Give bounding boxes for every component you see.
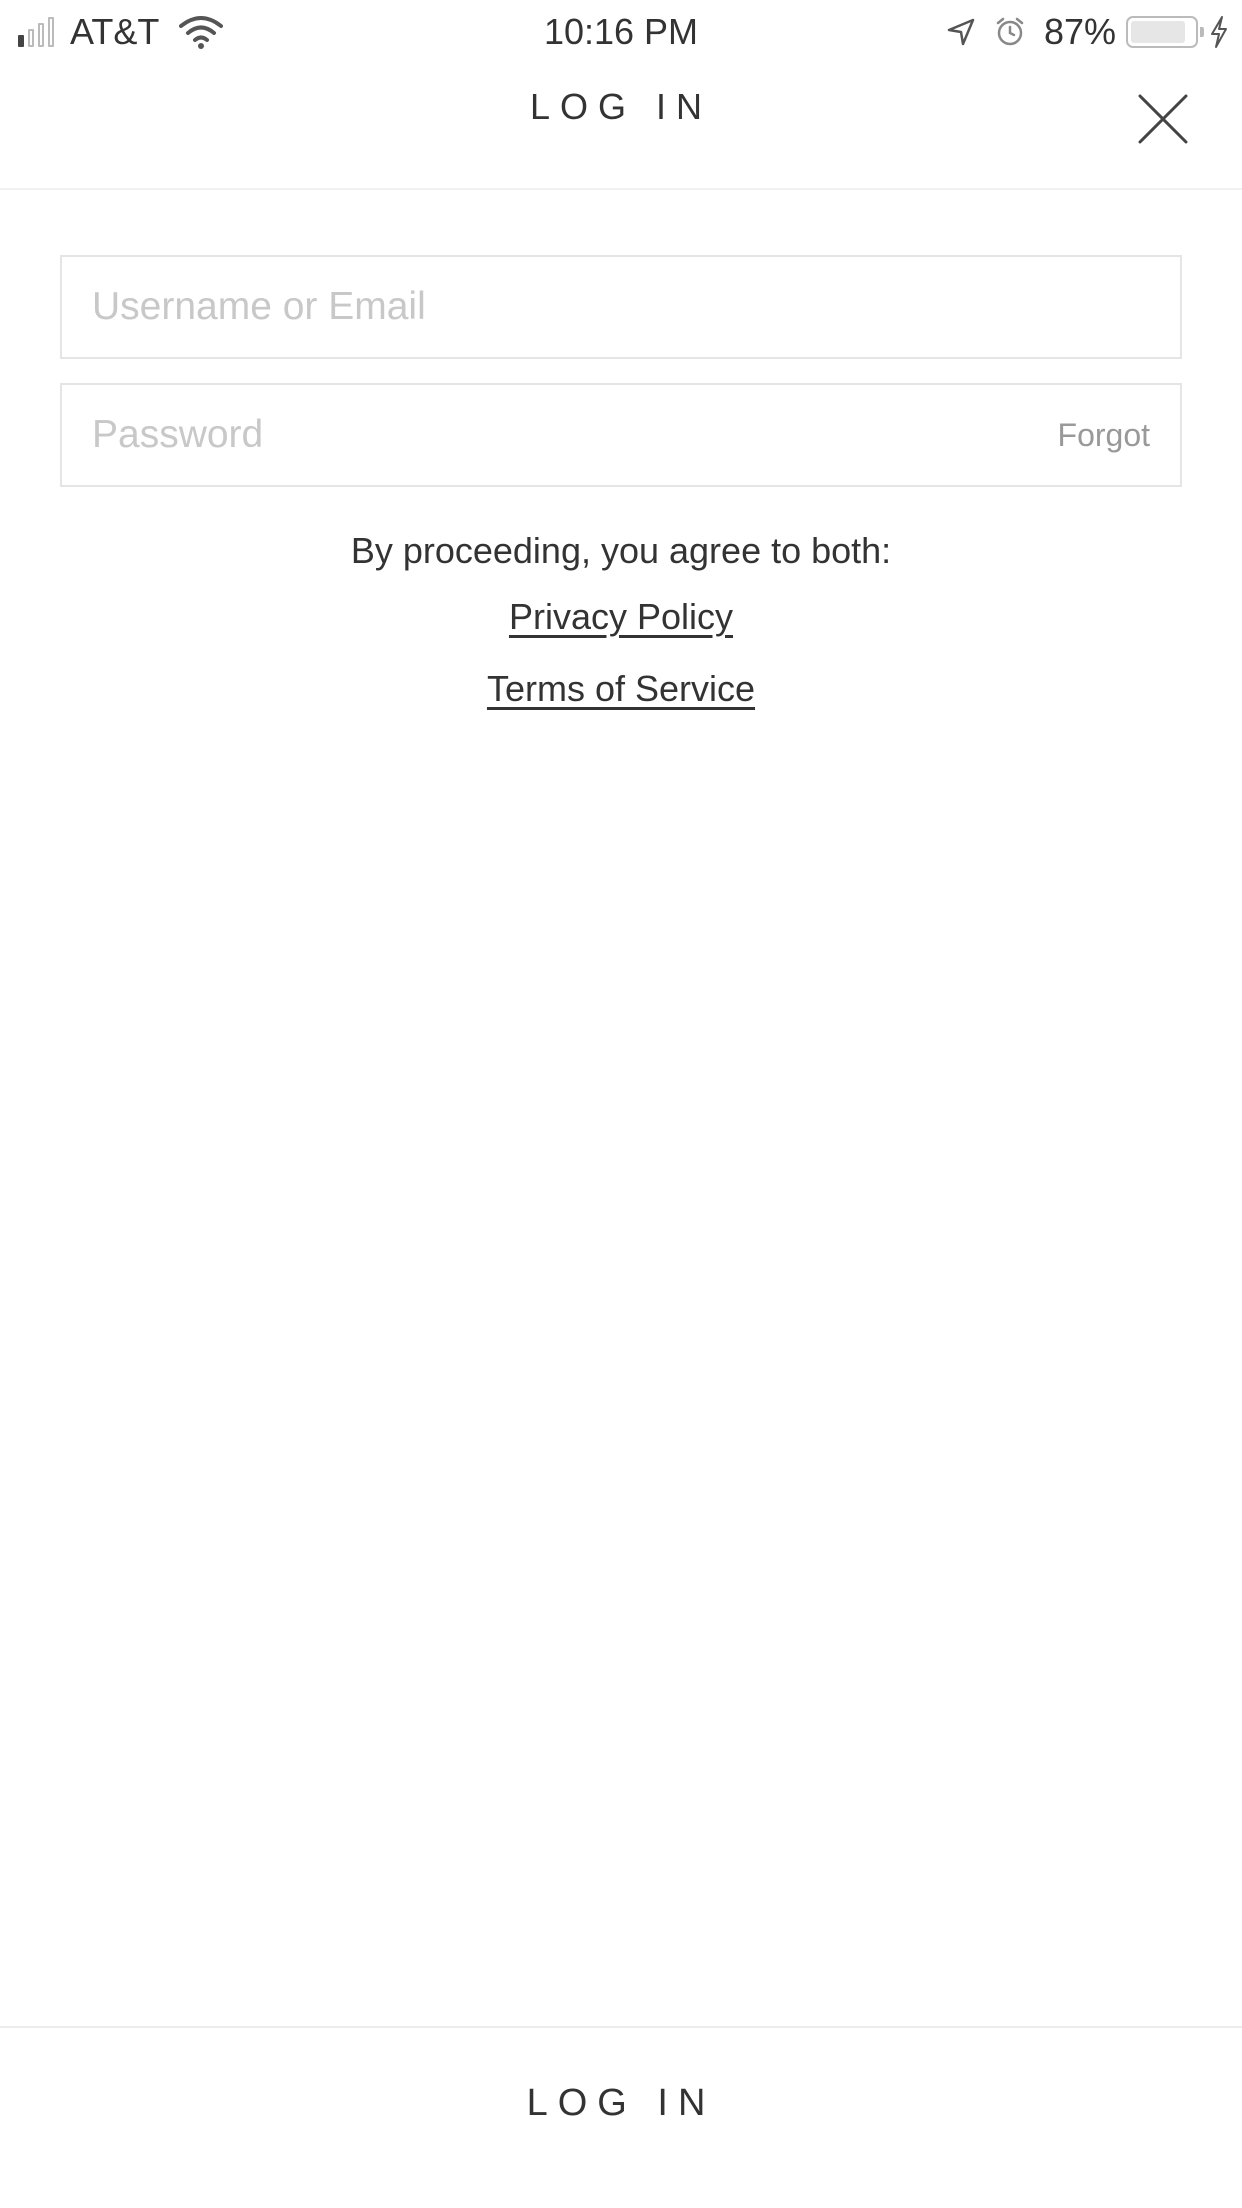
charging-bolt-icon [1211,16,1227,48]
location-arrow-icon [947,18,975,46]
agree-text: By proceeding, you agree to both: [350,530,892,571]
privacy-policy-row: Privacy Policy [0,596,1242,638]
username-input[interactable] [92,257,992,357]
battery-percent: 87% [1043,11,1116,52]
terms-of-service-link[interactable]: Terms of Service [487,668,755,709]
page-title: LOG IN [529,86,713,127]
login-button-label: LOG IN [526,2082,716,2124]
status-bar: AT&T 10:16 PM 87% [0,0,1242,62]
status-right: 87% [946,8,1230,56]
forgot-password-link[interactable]: Forgot [1058,385,1150,485]
privacy-policy-link[interactable]: Privacy Policy [509,596,733,637]
header: LOG IN [0,62,1242,190]
username-field-box [60,255,1182,359]
close-icon [1138,94,1188,144]
terms-of-service-row: Terms of Service [0,668,1242,710]
close-button[interactable] [1134,90,1192,148]
alarm-icon [996,17,1024,46]
battery-icon [1126,16,1204,48]
battery-fill [1131,21,1185,43]
password-input[interactable] [92,385,992,485]
login-button[interactable]: LOG IN [0,2026,1242,2208]
password-field-box: Forgot [60,383,1182,487]
